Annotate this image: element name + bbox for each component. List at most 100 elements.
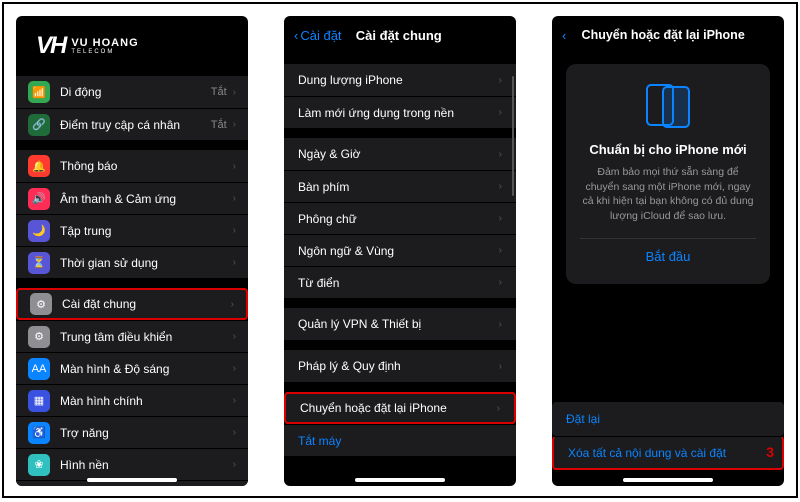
row-icon: AA [28,358,50,380]
row-icon: ⚙ [28,326,50,348]
settings-row[interactable]: Quản lý VPN & Thiết bị› [284,308,516,340]
row-label: Trung tâm điều khiển [60,330,233,344]
chevron-right-icon: › [233,395,236,406]
erase-label: Xóa tất cả nội dung và cài đặt [568,446,726,460]
settings-row[interactable]: ❀Hình nền› [16,448,248,480]
settings-row[interactable]: 🔗 Điểm truy cập cá nhânTắt › [16,108,248,140]
page-title: Cài đặt chung [292,28,506,43]
home-indicator[interactable] [355,478,445,482]
settings-row[interactable]: Phông chữ› [284,202,516,234]
row-icon: ⚙ [30,293,52,315]
settings-row[interactable]: 📶Di độngTắt› [16,76,248,108]
screen-general: ‹ Cài đặt Cài đặt chung Dung lượng iPhon… [284,16,516,486]
chevron-right-icon: › [233,363,236,374]
settings-row[interactable]: Từ điển› [284,266,516,298]
settings-row[interactable]: ⚙ Cài đặt chung› [16,288,248,320]
settings-row[interactable]: Dung lượng iPhone› [284,64,516,96]
row-label: Từ điển [298,276,499,290]
row-label: Trợ năng [60,426,233,440]
logo-mark-icon: VH [36,32,65,60]
settings-row[interactable]: 🔔 Thông báo› [16,150,248,182]
settings-row[interactable]: ▦ Màn hình chính› [16,384,248,416]
row-icon: ❀ [28,454,50,476]
row-icon: 🔊 [28,188,50,210]
chevron-right-icon: › [233,257,236,268]
row-label: Điểm truy cập cá nhân [60,118,211,132]
chevron-right-icon: › [499,75,502,86]
home-indicator[interactable] [623,478,713,482]
chevron-right-icon: › [499,149,502,160]
chevron-right-icon: › [233,225,236,236]
get-started-button[interactable]: Bắt đầu [580,238,756,264]
row-label: Dung lượng iPhone [298,73,499,87]
scrollbar[interactable] [512,76,514,196]
chevron-right-icon: › [231,299,234,310]
chevron-right-icon: › [499,361,502,372]
settings-row[interactable]: AA Màn hình & Độ sáng› [16,352,248,384]
row-label: Thông báo [60,159,233,173]
home-indicator[interactable] [87,478,177,482]
row-icon: ▦ [28,390,50,412]
row-icon: 🌙 [28,220,50,242]
erase-all-row[interactable]: Xóa tất cả nội dung và cài đặt [552,436,784,470]
settings-row[interactable]: ⏳ Thời gian sử dụng› [16,246,248,278]
row-icon: 📶 [28,81,50,103]
chevron-right-icon: › [233,193,236,204]
screen-transfer-reset: ‹ Chuyển hoặc đặt lại iPhone Chuẩn bị ch… [552,16,784,486]
nav-bar: ‹ Chuyển hoặc đặt lại iPhone [552,16,784,54]
card-subtitle: Đảm bảo mọi thứ sẵn sàng để chuyển sang … [580,165,756,224]
row-icon: 🔗 [28,114,50,136]
row-icon: ◉ [28,486,50,487]
logo-sub: TELECOM [71,49,138,55]
row-label: Pháp lý & Quy định [298,359,499,373]
reset-row[interactable]: Đặt lại [552,402,784,436]
settings-row[interactable]: Ngôn ngữ & Vùng› [284,234,516,266]
row-status: Tắt [211,119,227,131]
settings-row[interactable]: Bàn phím› [284,170,516,202]
nav-bar: ‹ Cài đặt Cài đặt chung [284,16,516,54]
settings-row[interactable]: Tắt máy [284,424,516,456]
screen-settings: 📶Di độngTắt›🔗Điểm truy cập cá nhânTắt› 🔔… [16,16,248,486]
row-label: Quản lý VPN & Thiết bị [298,317,499,331]
row-label: Tắt máy [298,434,502,448]
row-icon: 🔔 [28,155,50,177]
chevron-right-icon: › [233,119,236,130]
row-icon: ⏳ [28,252,50,274]
settings-row[interactable]: Pháp lý & Quy định› [284,350,516,382]
settings-row[interactable]: 🔊Âm thanh & Cảm ứng› [16,182,248,214]
row-label: Ngày & Giờ [298,147,499,161]
settings-row[interactable]: Chuyển hoặc đặt lại iPhone› [284,392,516,424]
row-label: Làm mới ứng dụng trong nền [298,106,499,120]
chevron-right-icon: › [499,245,502,256]
settings-row[interactable]: 🌙 Tập trung› [16,214,248,246]
chevron-right-icon: › [499,107,502,118]
settings-row[interactable]: Ngày & Giờ› [284,138,516,170]
row-icon: ♿ [28,422,50,444]
chevron-right-icon: › [233,427,236,438]
chevron-right-icon: › [497,403,500,414]
chevron-right-icon: › [233,331,236,342]
settings-row[interactable]: ♿ Trợ năng› [16,416,248,448]
logo-brand: VU HOANG [71,37,138,49]
transfer-phones-icon [642,84,694,128]
page-title: Chuyển hoặc đặt lại iPhone [552,28,774,42]
row-label: Phông chữ [298,212,499,226]
row-label: Tập trung [60,224,233,238]
step-badge-3: 3 [766,444,774,460]
card-title: Chuẩn bị cho iPhone mới [580,142,756,157]
row-label: Bàn phím [298,180,499,194]
settings-row[interactable]: ⚙ Trung tâm điều khiển› [16,320,248,352]
prepare-card: Chuẩn bị cho iPhone mới Đảm bảo mọi thứ … [566,64,770,284]
chevron-right-icon: › [233,161,236,172]
row-label: Ngôn ngữ & Vùng [298,244,499,258]
settings-row[interactable]: Làm mới ứng dụng trong nền› [284,96,516,128]
row-label: Thời gian sử dụng [60,256,233,270]
row-label: Di động [60,85,211,99]
row-label: Màn hình & Độ sáng [60,362,233,376]
chevron-right-icon: › [499,213,502,224]
reset-label: Đặt lại [566,412,600,426]
chevron-right-icon: › [499,181,502,192]
chevron-right-icon: › [233,459,236,470]
row-label: Cài đặt chung [62,297,231,311]
row-label: Màn hình chính [60,394,233,408]
